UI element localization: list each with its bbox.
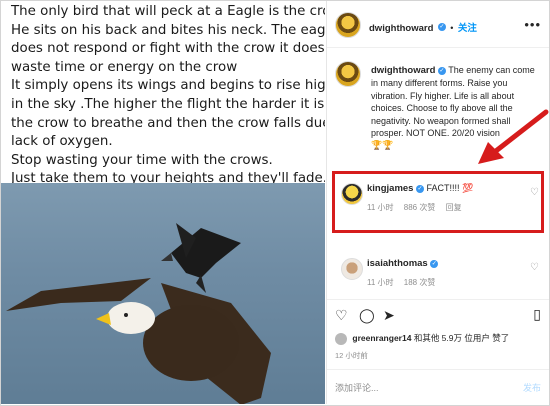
verified-icon: ✓ (430, 259, 439, 268)
post-text-line: He sits on his back and bites his neck. … (11, 22, 325, 38)
avatar[interactable] (335, 12, 361, 38)
caption-avatar[interactable] (335, 61, 361, 87)
heart-icon[interactable]: ♡ (530, 262, 539, 273)
caption-username[interactable]: dwighthoward (371, 65, 435, 76)
post-timestamp: 12 小时前 (335, 351, 368, 360)
save-icon[interactable]: ▯ (533, 306, 541, 323)
annotation-arrow-icon (478, 109, 549, 164)
comment-username[interactable]: isaiahthomas (367, 258, 428, 269)
post-text-line: Stop wasting your time with the crows. (11, 152, 273, 168)
comment-time: 11 小时 (367, 278, 394, 287)
comment-meta: 11 小时 188 次赞 (367, 277, 443, 288)
comment-icon[interactable]: ◯ (359, 307, 375, 324)
post-text-line: lack of oxygen. (11, 134, 113, 150)
post-text-line: does not respond or fight with the crow … (11, 41, 325, 57)
more-options-icon[interactable]: ••• (524, 17, 541, 32)
verified-icon: ✓ (437, 66, 446, 75)
comment-likes[interactable]: 188 次赞 (404, 278, 436, 287)
like-icon[interactable]: ♡ (335, 307, 348, 324)
follow-button[interactable]: 关注 (458, 23, 477, 34)
post-text-line: waste time or energy on the crow (11, 59, 238, 75)
separator: • (450, 23, 454, 33)
post-text-line: the crow to breathe and then the crow fa… (11, 115, 325, 131)
liker-username[interactable]: greenranger14 (352, 333, 411, 343)
publish-button[interactable]: 发布 (523, 381, 541, 394)
likes-text[interactable]: 和其他 5.9万 位用户 赞了 (414, 333, 509, 343)
action-bar: ♡ ◯ ➤ ▯ (327, 299, 549, 332)
comment-body: isaiahthomas ✓ (367, 258, 439, 269)
comment-avatar[interactable] (341, 258, 363, 280)
post-text: The only bird that will peck at a Eagle … (11, 3, 325, 189)
post-image: The only bird that will peck at a Eagle … (1, 1, 325, 404)
add-comment-bar: 添加评论... 发布 (327, 369, 549, 405)
post-header: dwighthoward ✓ • 关注 ••• (327, 1, 549, 48)
verified-icon: ✓ (437, 22, 446, 31)
post-text-line: The only bird that will peck at a Eagle … (11, 4, 325, 19)
header-username[interactable]: dwighthoward (369, 23, 433, 34)
highlight-box (332, 171, 544, 233)
liker-avatar[interactable] (335, 332, 347, 345)
comment-input[interactable]: 添加评论... (335, 381, 379, 394)
likes-summary: greenranger14 和其他 5.9万 位用户 赞了 (335, 332, 509, 345)
post-text-line: in the sky .The higher the flight the ha… (11, 96, 325, 112)
share-icon[interactable]: ➤ (383, 307, 395, 324)
comment-row: isaiahthomas ✓ 11 小时 188 次赞 ♡ (335, 256, 545, 296)
post-text-line: It simply opens its wings and begins to … (11, 78, 325, 94)
eagle-crow-photo (1, 183, 325, 404)
